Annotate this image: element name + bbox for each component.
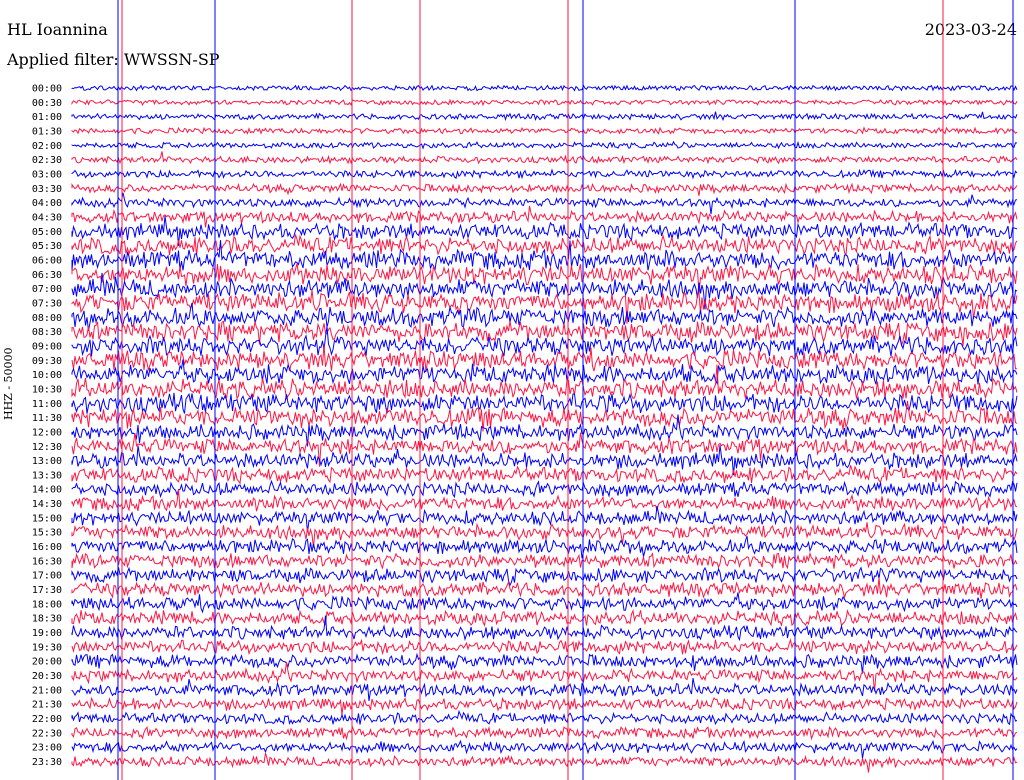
row-time-label: 20:00 <box>32 657 62 668</box>
seismic-trace <box>71 592 1018 614</box>
seismic-trace <box>71 479 1018 499</box>
seismic-trace <box>71 725 1018 741</box>
seismic-trace <box>71 84 1018 92</box>
seismic-trace <box>71 140 1018 150</box>
seismic-trace <box>71 272 1018 310</box>
row-time-label: 22:30 <box>32 728 62 739</box>
row-time-label: 14:30 <box>32 499 62 510</box>
seismic-trace <box>71 638 1018 656</box>
row-time-label: 00:30 <box>32 98 62 109</box>
row-time-label: 04:30 <box>32 212 62 223</box>
seismic-trace <box>71 608 1018 627</box>
row-time-label: 02:30 <box>32 155 62 166</box>
row-time-label: 11:30 <box>32 413 62 424</box>
row-time-label: 17:00 <box>32 571 62 582</box>
row-time-label: 18:30 <box>32 614 62 625</box>
row-time-label: 15:00 <box>32 513 62 524</box>
seismic-trace <box>71 577 1018 600</box>
row-time-label: 13:00 <box>32 456 62 467</box>
row-time-label: 11:00 <box>32 399 62 410</box>
row-time-label: 23:00 <box>32 743 62 754</box>
row-time-label: 12:30 <box>32 442 62 453</box>
row-time-label: 03:30 <box>32 184 62 195</box>
seismic-trace <box>71 566 1018 587</box>
seismic-trace <box>71 753 1018 773</box>
seismic-trace <box>71 126 1018 135</box>
row-time-label: 08:30 <box>32 327 62 338</box>
seismic-trace <box>71 739 1018 759</box>
row-time-label: 15:30 <box>32 528 62 539</box>
seismic-trace <box>71 392 1018 415</box>
seismic-trace <box>71 551 1018 570</box>
seismic-trace <box>71 182 1018 196</box>
row-time-label: 10:30 <box>32 384 62 395</box>
row-time-label: 01:00 <box>32 112 62 123</box>
row-time-label: 08:00 <box>32 313 62 324</box>
row-time-label: 09:30 <box>32 356 62 367</box>
row-time-label: 19:00 <box>32 628 62 639</box>
row-time-label: 02:00 <box>32 141 62 152</box>
row-time-label: 14:00 <box>32 485 62 496</box>
row-time-label: 20:30 <box>32 671 62 682</box>
seismic-trace <box>71 98 1018 107</box>
helicorder-plot: 00:00 00:30 01:00 01:30 02:00 02:30 03:00 03:30… <box>32 0 1018 780</box>
row-time-label: 21:00 <box>32 685 62 696</box>
row-time-label: 22:00 <box>32 714 62 725</box>
seismic-trace <box>71 111 1018 122</box>
row-time-label: 10:00 <box>32 370 62 381</box>
seismic-trace <box>71 205 1018 228</box>
row-time-label: 04:00 <box>32 198 62 209</box>
row-time-label: 18:00 <box>32 599 62 610</box>
seismic-trace <box>71 709 1018 726</box>
row-time-label: 06:30 <box>32 270 62 281</box>
row-time-label: 17:30 <box>32 585 62 596</box>
seismic-trace <box>71 652 1018 674</box>
row-time-label: 01:30 <box>32 126 62 137</box>
seismic-trace <box>71 192 1018 215</box>
row-time-label: 12:00 <box>32 427 62 438</box>
row-time-label: 03:00 <box>32 169 62 180</box>
row-time-label: 00:00 <box>32 84 62 95</box>
seismic-trace <box>71 465 1018 485</box>
row-time-label: 06:00 <box>32 255 62 266</box>
row-time-label: 13:30 <box>32 470 62 481</box>
row-time-label: 07:30 <box>32 298 62 309</box>
row-time-label: 23:30 <box>32 757 62 768</box>
row-time-label: 19:30 <box>32 642 62 653</box>
seismic-trace <box>71 489 1018 512</box>
row-time-label: 05:30 <box>32 241 62 252</box>
row-time-label: 05:00 <box>32 227 62 238</box>
seismic-trace <box>71 151 1018 165</box>
row-time-label: 07:00 <box>32 284 62 295</box>
seismic-trace <box>71 168 1018 180</box>
row-time-label: 21:30 <box>32 700 62 711</box>
row-time-label: 16:00 <box>32 542 62 553</box>
seismic-trace <box>71 696 1018 716</box>
row-time-label: 09:00 <box>32 341 62 352</box>
row-time-label: 16:30 <box>32 556 62 567</box>
